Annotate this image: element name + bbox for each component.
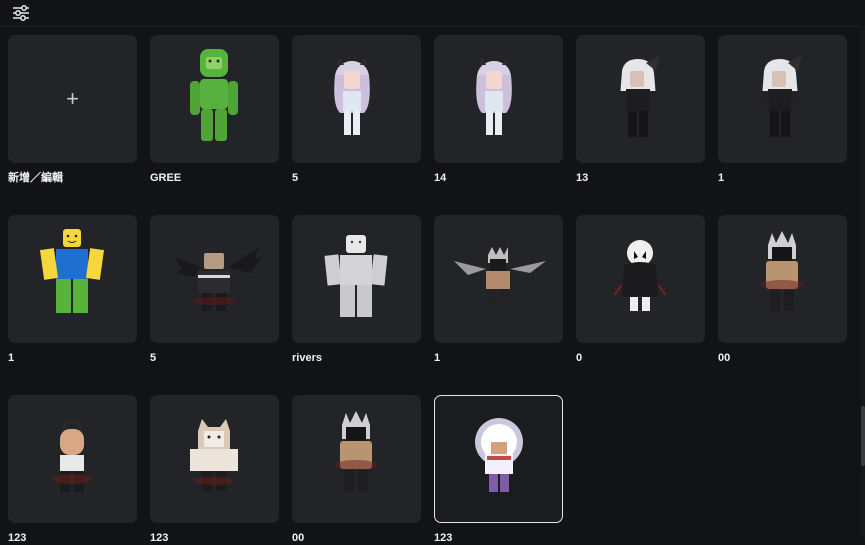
outfit-label: 123 xyxy=(8,532,27,544)
avatar-horned-tan xyxy=(334,411,378,491)
plus-icon: + xyxy=(66,86,79,111)
create-outfit-card[interactable]: + 新增／編輯 xyxy=(8,35,137,185)
outfit-label: 00 xyxy=(718,352,731,364)
filter-button[interactable] xyxy=(8,2,34,24)
top-toolbar xyxy=(0,0,865,27)
outfit-thumbnail[interactable] xyxy=(8,215,137,343)
outfit-thumbnail[interactable] xyxy=(8,395,137,523)
outfit-card[interactable]: 5 xyxy=(150,215,279,365)
outfit-label: 00 xyxy=(292,532,305,544)
outfit-card[interactable]: GREE xyxy=(150,35,279,185)
outfit-card[interactable]: 14 xyxy=(434,35,563,185)
avatar-cat-head xyxy=(190,419,238,491)
outfit-card[interactable]: 1 xyxy=(8,215,137,365)
avatar-white-hair-black-outfit xyxy=(762,55,802,137)
outfit-label: 13 xyxy=(576,172,589,184)
sliders-icon xyxy=(13,5,29,21)
outfit-label: 14 xyxy=(434,172,447,184)
outfit-card[interactable]: rivers xyxy=(292,215,421,365)
avatar-horned-bald xyxy=(52,420,92,493)
outfit-thumbnail[interactable] xyxy=(576,35,705,163)
avatar-white-hair-glow xyxy=(475,418,523,492)
create-outfit-label: 新增／編輯 xyxy=(8,172,63,184)
outfit-card[interactable]: 13 xyxy=(576,35,705,185)
avatar-pastel-anime-girl xyxy=(476,57,512,135)
outfit-thumbnail[interactable] xyxy=(292,35,421,163)
outfit-thumbnail[interactable] xyxy=(434,395,563,523)
avatar-green-classic xyxy=(190,49,238,141)
outfit-card[interactable]: 0 xyxy=(576,215,705,365)
outfit-card[interactable]: 1 xyxy=(434,215,563,365)
outfit-card[interactable]: 123 xyxy=(150,395,279,545)
outfit-label: 5 xyxy=(150,352,157,364)
create-outfit-thumbnail[interactable]: + xyxy=(8,35,137,163)
outfit-label: 123 xyxy=(150,532,169,544)
scrollbar-track[interactable] xyxy=(861,26,865,540)
avatar-winged-box-head xyxy=(174,247,262,311)
outfit-thumbnail[interactable] xyxy=(576,215,705,343)
avatar-white-hair-black-outfit xyxy=(620,55,660,137)
outfit-thumbnail[interactable] xyxy=(150,35,279,163)
outfit-label: rivers xyxy=(292,352,322,364)
outfit-thumbnail[interactable] xyxy=(434,215,563,343)
outfit-label: 1 xyxy=(8,352,15,364)
avatar-winged-horned xyxy=(454,247,546,307)
outfit-card[interactable]: 00 xyxy=(718,215,847,365)
outfit-label: 123 xyxy=(434,532,453,544)
outfit-card[interactable]: 123 xyxy=(8,395,137,545)
outfit-thumbnail[interactable] xyxy=(718,215,847,343)
outfit-thumbnail[interactable] xyxy=(718,35,847,163)
outfit-card[interactable]: 1 xyxy=(718,35,847,185)
avatar-blank-white xyxy=(324,235,388,317)
avatar-pastel-anime-girl xyxy=(334,57,370,135)
outfit-thumbnail[interactable] xyxy=(292,215,421,343)
outfit-thumbnail[interactable] xyxy=(434,35,563,163)
avatar-mask-hooded xyxy=(613,240,667,311)
outfit-label: 0 xyxy=(576,352,583,364)
outfit-label: GREE xyxy=(150,172,182,184)
outfit-thumbnail[interactable] xyxy=(292,395,421,523)
avatar-classic-noob xyxy=(39,229,105,313)
outfit-thumbnail[interactable] xyxy=(150,215,279,343)
outfit-label: 5 xyxy=(292,172,299,184)
outfit-card[interactable]: 5 xyxy=(292,35,421,185)
outfit-label: 1 xyxy=(434,352,441,364)
outfit-grid: + 新增／編輯 GREE 5 14 13 1 1 5 rivers 1 0 00… xyxy=(8,35,847,545)
avatar-horned-tan xyxy=(760,231,804,311)
outfit-thumbnail[interactable] xyxy=(150,395,279,523)
outfit-label: 1 xyxy=(718,172,725,184)
outfit-card[interactable]: 00 xyxy=(292,395,421,545)
scrollbar-thumb[interactable] xyxy=(861,406,865,466)
outfit-card[interactable]: 123 xyxy=(434,395,563,545)
